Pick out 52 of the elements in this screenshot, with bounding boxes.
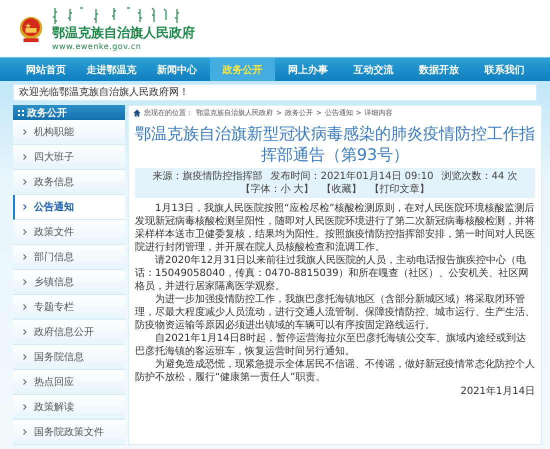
- chevron-icon: [23, 204, 27, 210]
- welcome-banner: 欢迎光临鄂温克族自治旗人民政府网！: [13, 84, 537, 101]
- sidebar-item[interactable]: 政府信息公开: [13, 320, 125, 345]
- nav-tab[interactable]: 网站首页: [13, 58, 78, 81]
- article-info: 来源：旗疫情防控指挥部: [152, 170, 263, 183]
- nav-tab[interactable]: 走进鄂温克: [78, 58, 144, 81]
- chevron-icon: [23, 329, 27, 335]
- article-paragraph: 为进一步加强疫情防控工作，我旗巴彦托海镇地区（含部分新城区域）将采取闭环管理，尽最大程度减少人员流动，进行交通人流管制。保障疫情防控、城市运行、生产生活、防疫物资运输等原因必须进出镇域的车辆可以有序按固定路线运行。: [135, 293, 535, 332]
- article-paragraph: 为避免造成恐慌，现紧急提示全体居民不信谣、不传谣，做好新冠疫情常态化防控个人防护不放松，履行“健康第一责任人”职责。: [135, 358, 535, 384]
- home-icon: [133, 108, 141, 116]
- sidebar-item[interactable]: 政策解读: [13, 395, 125, 420]
- article-paragraph: 1月13日，我旗人民医院按照“应检尽检”核酸检测原则，在对人民医院环境核酸监测后发现新冠病毒核酸检测呈阳性，随即对人民医院环境进行了第二次新冠病毒核酸检测，并将采样样本送市卫健委复核，结果均为阳性。按照旗疫情防控指挥部安排，第一时间对人民医院进行封闭管理，并开展在院人员核酸检查和流调工作。: [135, 202, 535, 254]
- article-info: 浏览次数：44 次: [442, 170, 518, 183]
- site-url: www.ewenke.gov.cn: [52, 42, 142, 51]
- chevron-icon: [23, 304, 27, 310]
- sidebar-item[interactable]: 乡镇信息: [13, 270, 125, 295]
- sidebar-item[interactable]: 国务院信息: [13, 345, 125, 370]
- chevron-icon: [23, 179, 27, 185]
- sidebar-item[interactable]: 专题专栏: [13, 295, 125, 320]
- article-tool-link[interactable]: 【收藏】: [322, 183, 362, 196]
- chevron-icon: [23, 354, 27, 360]
- nav-tab[interactable]: 数据开放: [406, 58, 472, 81]
- article-title: 鄂温克族自治旗新型冠状病毒感染的肺炎疫情防控工作指挥部通告（第93号）: [135, 123, 535, 165]
- sidebar-title: 政务公开: [27, 106, 67, 120]
- chevron-icon: [23, 429, 27, 435]
- article-paragraph: 自2021年1月14日8时起，暂停运营海拉尔至巴彦托海镇公交车、旗域内途经或到达巴彦托海镇的客运班车，恢复运营时间另行通知。: [135, 332, 527, 358]
- chevron-icon: [23, 404, 27, 410]
- chevron-icon: [23, 129, 27, 135]
- sidebar-item[interactable]: 机构职能: [13, 120, 125, 145]
- chevron-icon: [23, 154, 27, 160]
- article-tool-link[interactable]: 【打印文章】: [370, 183, 430, 196]
- chevron-icon: [23, 279, 27, 285]
- article-date: 2021年1月14日: [459, 385, 535, 398]
- article-tool-link[interactable]: 【字体：小 大】: [240, 183, 314, 196]
- chevron-icon: [23, 229, 27, 235]
- sidebar-item[interactable]: 部门信息: [13, 245, 125, 270]
- sidebar-item[interactable]: 国务院政策文件: [13, 420, 125, 445]
- nav-tab[interactable]: 互动交流: [340, 58, 406, 81]
- article-info: 发布时间：2021年01月14日 09:10: [270, 170, 434, 183]
- nav-tab[interactable]: 新闻中心: [144, 58, 210, 81]
- chevron-icon: [23, 254, 27, 260]
- nav-tab[interactable]: 网上办事: [275, 58, 340, 81]
- nav-tab[interactable]: 联系我们: [472, 58, 537, 81]
- sidebar-item[interactable]: 政策文件: [13, 220, 125, 245]
- sidebar-item[interactable]: 热点回应: [13, 370, 125, 395]
- chevron-icon: [23, 379, 27, 385]
- article-paragraph: 请2020年12月31日以来前往过我旗人民医院的人员，主动电话报告旗疾控中心（电话：15049058040，传真：0470-8815039）和所在嘎查（社区）、公安机关、社区网格员，并进行居家隔离医学观察。: [135, 254, 530, 293]
- sidebar-item[interactable]: 四大班子: [13, 145, 125, 170]
- site-name: 鄂温克族自治旗人民政府: [52, 26, 195, 42]
- sidebar-item[interactable]: 公告通知: [13, 195, 125, 220]
- grid-icon: [18, 110, 24, 116]
- sidebar-item[interactable]: 政务信息: [13, 170, 125, 195]
